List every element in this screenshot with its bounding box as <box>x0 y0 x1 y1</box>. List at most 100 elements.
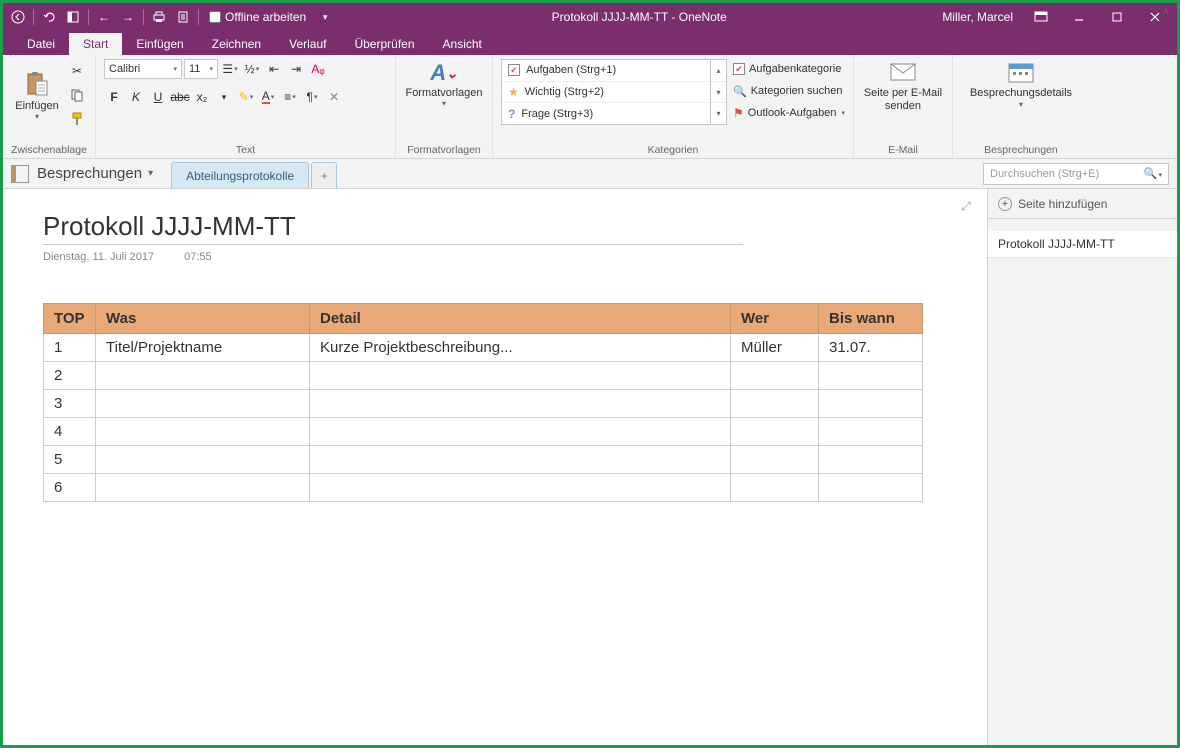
section-tab-active[interactable]: Abteilungsprotokolle <box>171 162 309 188</box>
qat-customize-icon[interactable]: ▾ <box>314 6 336 28</box>
cell-wer[interactable] <box>731 362 819 390</box>
tag-todo[interactable]: ✔Aufgaben (Strg+1) <box>502 60 710 82</box>
cell-detail[interactable] <box>310 362 731 390</box>
cell-bis[interactable] <box>819 362 923 390</box>
cell-detail[interactable] <box>310 390 731 418</box>
notebook-dropdown-icon[interactable]: ▾ <box>148 168 153 179</box>
cell-top[interactable]: 4 <box>44 418 96 446</box>
cell-wer[interactable] <box>731 418 819 446</box>
minimize-icon[interactable] <box>1061 5 1097 29</box>
cell-top[interactable]: 1 <box>44 334 96 362</box>
cell-detail[interactable]: Kurze Projektbeschreibung... <box>310 334 731 362</box>
page-list-item[interactable]: Protokoll JJJJ-MM-TT <box>988 231 1177 258</box>
cell-was[interactable] <box>96 362 310 390</box>
clear-format-icon[interactable]: Aᵩ <box>308 59 328 79</box>
cell-was[interactable] <box>96 418 310 446</box>
tag-category-button[interactable]: ✔Aufgabenkategorie <box>733 59 845 79</box>
cell-detail[interactable] <box>310 418 731 446</box>
outlook-tasks-button[interactable]: ⚑Outlook-Aufgaben▾ <box>733 103 845 123</box>
cut-icon[interactable]: ✂ <box>67 61 87 81</box>
tab-einfuegen[interactable]: Einfügen <box>122 33 197 55</box>
table-row[interactable]: 3 <box>44 390 923 418</box>
th-top[interactable]: TOP <box>44 304 96 334</box>
cell-bis[interactable]: 31.07. <box>819 334 923 362</box>
cell-bis[interactable] <box>819 474 923 502</box>
th-bis[interactable]: Bis wann <box>819 304 923 334</box>
tags-gallery[interactable]: ✔Aufgaben (Strg+1) ★Wichtig (Strg+2) ?Fr… <box>501 59 711 125</box>
back-icon[interactable] <box>7 6 29 28</box>
copy-icon[interactable] <box>67 85 87 105</box>
font-name-select[interactable]: Calibri▾ <box>104 59 182 79</box>
offline-toggle[interactable]: Offline arbeiten <box>209 10 306 24</box>
font-color-button[interactable]: A▾ <box>258 87 278 107</box>
cell-was[interactable] <box>96 474 310 502</box>
cell-was[interactable]: Titel/Projektname <box>96 334 310 362</box>
tag-question[interactable]: ?Frage (Strg+3) <box>502 103 710 124</box>
search-input[interactable]: Durchsuchen (Strg+E) 🔍▾ <box>983 163 1169 185</box>
email-page-button[interactable]: Seite per E-Mail senden <box>862 59 944 113</box>
strikethrough-button[interactable]: abc <box>170 87 190 107</box>
scroll-down-icon[interactable]: ▾ <box>711 82 726 104</box>
cell-wer[interactable]: Müller <box>731 334 819 362</box>
collapse-ribbon-icon[interactable]: ˄ <box>1158 4 1174 20</box>
page-date[interactable]: Dienstag, 11. Juli 2017 <box>43 251 154 263</box>
cell-top[interactable]: 6 <box>44 474 96 502</box>
th-detail[interactable]: Detail <box>310 304 731 334</box>
tag-important[interactable]: ★Wichtig (Strg+2) <box>502 82 710 104</box>
user-name[interactable]: Miller, Marcel <box>942 10 1013 24</box>
undo-icon[interactable] <box>38 6 60 28</box>
dock-icon[interactable] <box>62 6 84 28</box>
cell-bis[interactable] <box>819 418 923 446</box>
table-row[interactable]: 5 <box>44 446 923 474</box>
add-section-button[interactable]: + <box>311 162 337 188</box>
page-title[interactable]: Protokoll JJJJ-MM-TT <box>43 211 947 242</box>
notebook-icon[interactable] <box>11 165 29 183</box>
page-icon[interactable] <box>172 6 194 28</box>
indent-icon[interactable]: ⇥ <box>286 59 306 79</box>
cell-wer[interactable] <box>731 474 819 502</box>
meeting-details-button[interactable]: Besprechungsdetails ▾ <box>961 59 1081 110</box>
align-button[interactable]: ≡▾ <box>280 87 300 107</box>
cell-top[interactable]: 2 <box>44 362 96 390</box>
tab-start[interactable]: Start <box>69 33 122 55</box>
print-icon[interactable] <box>148 6 170 28</box>
bullets-icon[interactable]: ☰▾ <box>220 59 240 79</box>
tab-ueberpruefen[interactable]: Überprüfen <box>340 33 428 55</box>
th-wer[interactable]: Wer <box>731 304 819 334</box>
cell-top[interactable]: 3 <box>44 390 96 418</box>
page-canvas[interactable]: ⤢ Protokoll JJJJ-MM-TT Dienstag, 11. Jul… <box>3 189 987 745</box>
cell-bis[interactable] <box>819 446 923 474</box>
tab-ansicht[interactable]: Ansicht <box>429 33 496 55</box>
paste-button[interactable]: Einfügen ▾ <box>11 59 63 131</box>
subscript-button[interactable]: x₂ <box>192 87 212 107</box>
th-was[interactable]: Was <box>96 304 310 334</box>
cell-detail[interactable] <box>310 474 731 502</box>
cell-detail[interactable] <box>310 446 731 474</box>
italic-button[interactable]: K <box>126 87 146 107</box>
outdent-icon[interactable]: ⇤ <box>264 59 284 79</box>
scroll-up-icon[interactable]: ▴ <box>711 60 726 82</box>
offline-checkbox[interactable] <box>209 11 221 23</box>
ribbon-options-icon[interactable] <box>1023 5 1059 29</box>
numbering-icon[interactable]: ½▾ <box>242 59 262 79</box>
tab-verlauf[interactable]: Verlauf <box>275 33 340 55</box>
cell-top[interactable]: 5 <box>44 446 96 474</box>
cell-bis[interactable] <box>819 390 923 418</box>
superscript-button[interactable]: ▾ <box>214 87 234 107</box>
cell-was[interactable] <box>96 390 310 418</box>
table-row[interactable]: 4 <box>44 418 923 446</box>
notebook-name[interactable]: Besprechungen <box>37 165 142 182</box>
cell-was[interactable] <box>96 446 310 474</box>
highlight-button[interactable]: ✎▾ <box>236 87 256 107</box>
table-row[interactable]: 6 <box>44 474 923 502</box>
paragraph-mark-icon[interactable]: ¶▾ <box>302 87 322 107</box>
font-size-select[interactable]: 11▾ <box>184 59 218 79</box>
expand-gallery-icon[interactable]: ▾ <box>711 103 726 124</box>
table-row[interactable]: 2 <box>44 362 923 390</box>
styles-button[interactable]: A⌄ Formatvorlagen ▾ <box>404 59 484 108</box>
page-time[interactable]: 07:55 <box>184 251 212 263</box>
delete-icon[interactable]: ✕ <box>324 87 344 107</box>
add-page-button[interactable]: + Seite hinzufügen <box>988 189 1177 219</box>
tab-datei[interactable]: Datei <box>13 33 69 55</box>
fullpage-icon[interactable]: ⤢ <box>961 199 971 214</box>
